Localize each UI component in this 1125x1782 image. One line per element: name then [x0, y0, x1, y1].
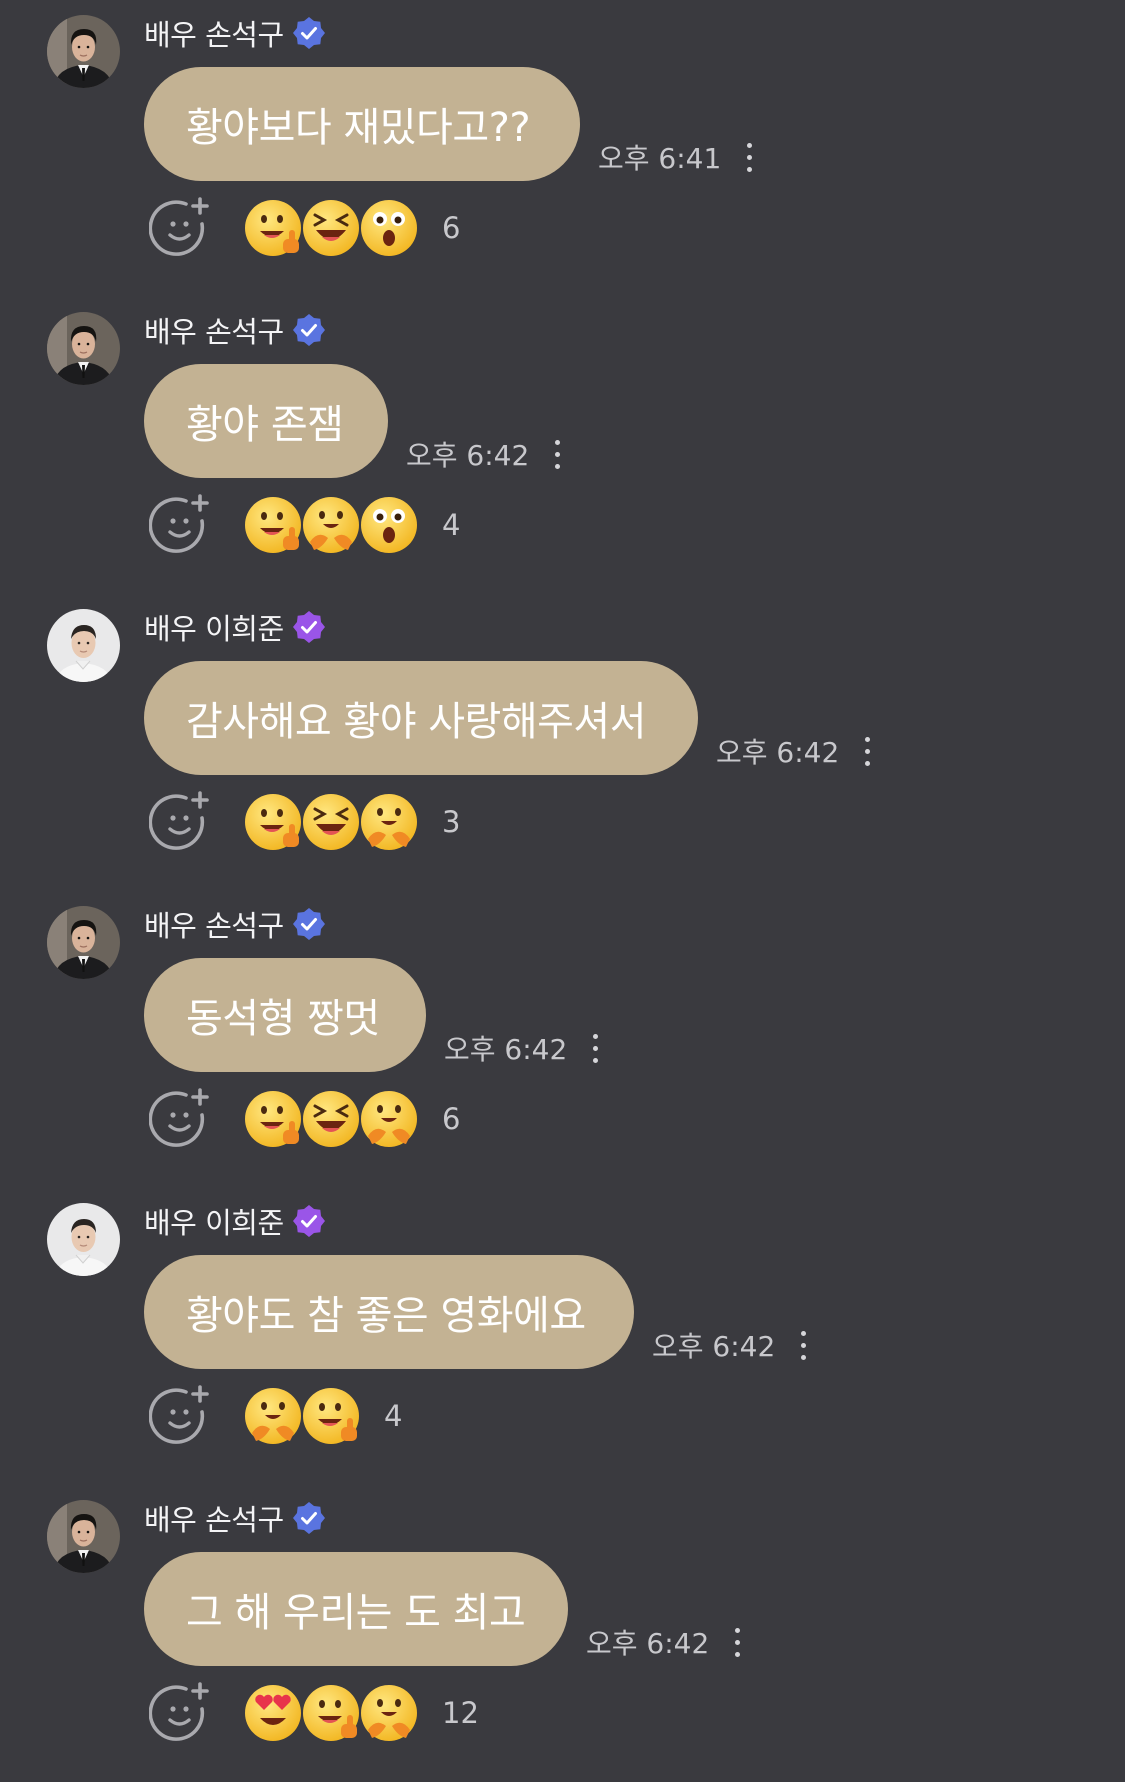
message-bubble[interactable]: 동석형 짱멋	[144, 958, 426, 1072]
sender-name[interactable]: 배우 이희준	[144, 606, 284, 648]
thumbs-up-smile-emoji	[300, 1385, 362, 1447]
chat-message-2: 배우 손석구 황야 존잼 오후 6:42 4	[0, 297, 1125, 594]
laughing-emoji	[300, 791, 362, 853]
message-time: 오후 6:42	[586, 1627, 710, 1660]
message-bubble[interactable]: 황야 존잼	[144, 364, 388, 478]
reactions-summary[interactable]: 4	[242, 494, 460, 556]
add-reaction-button[interactable]	[149, 1384, 213, 1448]
sender-name[interactable]: 배우 손석구	[144, 12, 284, 54]
more-options-icon[interactable]	[547, 434, 567, 474]
chat-message-3: 배우 이희준 감사해요 황야 사랑해주셔서 오후 6:42 3	[0, 594, 1125, 891]
reaction-count: 4	[384, 1399, 403, 1433]
chat-message-feed: 배우 손석구 황야보다 재밌다고?? 오후 6:41 6 배우 손석구 황야 존…	[0, 0, 1125, 1741]
message-meta: 오후 6:42	[444, 1028, 605, 1068]
message-time: 오후 6:41	[598, 142, 722, 175]
message-time: 오후 6:42	[652, 1330, 776, 1363]
reactions-summary[interactable]: 4	[242, 1385, 402, 1447]
laughing-emoji	[300, 197, 362, 259]
verified-badge-icon	[292, 907, 326, 941]
verified-badge-icon	[292, 610, 326, 644]
hug-emoji	[358, 791, 420, 853]
more-options-icon[interactable]	[585, 1028, 605, 1068]
message-bubble[interactable]: 그 해 우리는 도 최고	[144, 1552, 568, 1666]
avatar-son-seokku[interactable]	[47, 1500, 120, 1573]
reactions-summary[interactable]: 6	[242, 197, 460, 259]
sender-name[interactable]: 배우 이희준	[144, 1200, 284, 1242]
message-header: 배우 손석구	[144, 905, 326, 943]
reaction-count: 6	[442, 211, 461, 245]
hug-emoji	[300, 494, 362, 556]
reactions-summary[interactable]: 3	[242, 791, 460, 853]
avatar-son-seokku[interactable]	[47, 906, 120, 979]
add-reaction-button[interactable]	[149, 1681, 213, 1745]
more-options-icon[interactable]	[857, 731, 877, 771]
thumbs-up-smile-emoji	[242, 494, 304, 556]
message-bubble[interactable]: 황야도 참 좋은 영화에요	[144, 1255, 634, 1369]
avatar-lee-heejun[interactable]	[47, 609, 120, 682]
surprised-emoji	[358, 494, 420, 556]
chat-message-6: 배우 손석구 그 해 우리는 도 최고 오후 6:42 12	[0, 1485, 1125, 1782]
sender-name[interactable]: 배우 손석구	[144, 903, 284, 945]
message-meta: 오후 6:42	[586, 1622, 747, 1662]
reaction-count: 12	[442, 1696, 479, 1730]
hug-emoji	[242, 1385, 304, 1447]
add-reaction-button[interactable]	[149, 790, 213, 854]
message-meta: 오후 6:42	[652, 1325, 813, 1365]
message-bubble[interactable]: 감사해요 황야 사랑해주셔서	[144, 661, 698, 775]
message-header: 배우 이희준	[144, 1202, 326, 1240]
laughing-emoji	[300, 1088, 362, 1150]
add-reaction-button[interactable]	[149, 493, 213, 557]
message-time: 오후 6:42	[444, 1033, 568, 1066]
hug-emoji	[358, 1088, 420, 1150]
add-reaction-button[interactable]	[149, 196, 213, 260]
thumbs-up-smile-emoji	[242, 1088, 304, 1150]
chat-message-4: 배우 손석구 동석형 짱멋 오후 6:42 6	[0, 891, 1125, 1188]
thumbs-up-smile-emoji	[242, 197, 304, 259]
avatar-son-seokku[interactable]	[47, 15, 120, 88]
message-meta: 오후 6:42	[406, 434, 567, 474]
message-header: 배우 손석구	[144, 1499, 326, 1537]
avatar-lee-heejun[interactable]	[47, 1203, 120, 1276]
sender-name[interactable]: 배우 손석구	[144, 309, 284, 351]
more-options-icon[interactable]	[793, 1325, 813, 1365]
verified-badge-icon	[292, 313, 326, 347]
sender-name[interactable]: 배우 손석구	[144, 1497, 284, 1539]
message-meta: 오후 6:42	[716, 731, 877, 771]
add-reaction-button[interactable]	[149, 1087, 213, 1151]
reaction-count: 4	[442, 508, 461, 542]
message-header: 배우 손석구	[144, 311, 326, 349]
message-meta: 오후 6:41	[598, 137, 759, 177]
avatar-son-seokku[interactable]	[47, 312, 120, 385]
thumbs-up-smile-emoji	[242, 791, 304, 853]
chat-message-1: 배우 손석구 황야보다 재밌다고?? 오후 6:41 6	[0, 0, 1125, 297]
message-header: 배우 손석구	[144, 14, 326, 52]
reactions-summary[interactable]: 6	[242, 1088, 460, 1150]
message-time: 오후 6:42	[406, 439, 530, 472]
message-header: 배우 이희준	[144, 608, 326, 646]
verified-badge-icon	[292, 16, 326, 50]
reaction-count: 3	[442, 805, 461, 839]
more-options-icon[interactable]	[739, 137, 759, 177]
more-options-icon[interactable]	[727, 1622, 747, 1662]
message-bubble[interactable]: 황야보다 재밌다고??	[144, 67, 580, 181]
verified-badge-icon	[292, 1204, 326, 1238]
surprised-emoji	[358, 197, 420, 259]
chat-message-5: 배우 이희준 황야도 참 좋은 영화에요 오후 6:42 4	[0, 1188, 1125, 1485]
verified-badge-icon	[292, 1501, 326, 1535]
message-time: 오후 6:42	[716, 736, 840, 769]
reaction-count: 6	[442, 1102, 461, 1136]
